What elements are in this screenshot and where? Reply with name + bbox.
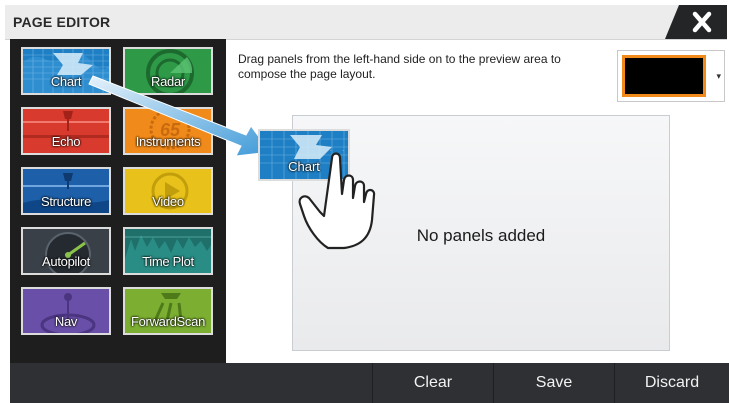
panel-tile-radar[interactable]: Radar [123,47,213,95]
panel-tile-label: Echo [51,134,81,149]
bottom-action-bar: Clear Save Discard [10,363,729,403]
page-title: PAGE EDITOR [13,14,111,30]
panel-tile-label: Instruments [135,134,201,149]
color-swatch [622,55,706,97]
panel-tile-label: Nav [54,314,78,329]
panel-tile-label: Time Plot [142,254,194,269]
panel-tile-forwardscan[interactable]: ForwardScan [123,287,213,335]
panel-tile-echo[interactable]: Echo [21,107,111,155]
panel-tile-label: Video [152,194,184,209]
panel-tile-label: Chart [50,74,82,89]
discard-button[interactable]: Discard [614,363,729,403]
panel-tile-timeplot[interactable]: Time Plot [123,227,213,275]
panel-tile-instruments[interactable]: 65 Instruments [123,107,213,155]
dropdown-arrow-icon: ▾ [716,71,721,81]
panel-tile-nav[interactable]: Nav [21,287,111,335]
panel-palette: Chart Radar Echo 65 Instruments Structur… [10,39,226,363]
instructions-text: Drag panels from the left-hand side on t… [238,52,561,81]
title-bar: PAGE EDITOR [5,5,727,40]
clear-button[interactable]: Clear [372,363,493,403]
panel-tile-autopilot[interactable]: Autopilot [21,227,111,275]
panel-tile-label: Autopilot [42,254,90,269]
panel-tile-chart[interactable]: Chart [21,47,111,95]
close-button[interactable] [665,5,727,39]
panel-tile-label: Radar [151,74,185,89]
panel-tile-label: Structure [40,194,92,209]
panel-tile-structure[interactable]: Structure [21,167,111,215]
page-editor-window: PAGE EDITOR Chart Radar Echo 65 Instrume… [0,0,729,403]
save-button[interactable]: Save [493,363,614,403]
hand-pointer-icon [298,150,376,250]
panel-tile-video[interactable]: Video [123,167,213,215]
close-icon [665,5,727,39]
panel-tile-label: ForwardScan [130,314,205,329]
color-dropdown[interactable]: ▾ [617,50,725,102]
